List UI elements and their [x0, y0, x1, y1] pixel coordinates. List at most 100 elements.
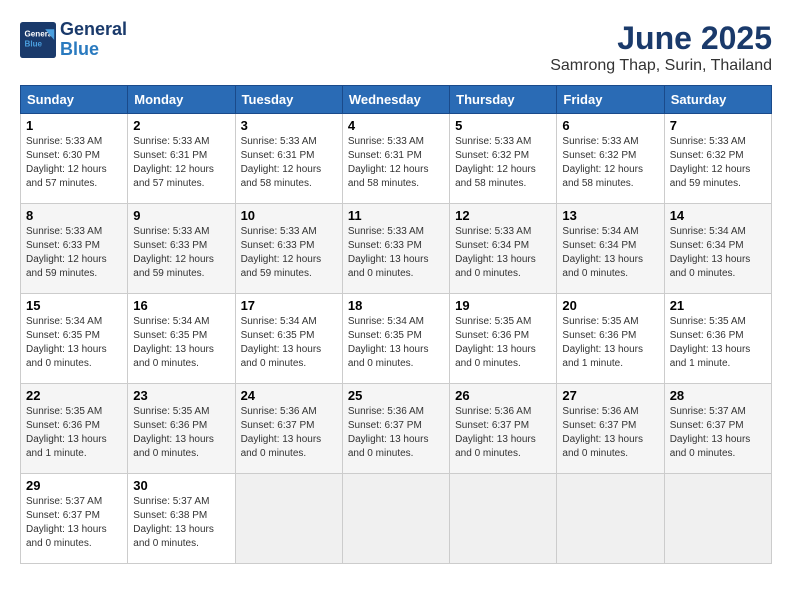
logo-icon: General Blue	[20, 22, 56, 58]
day-number: 10	[241, 208, 337, 223]
calendar-cell: 1 Sunrise: 5:33 AM Sunset: 6:30 PM Daylig…	[21, 114, 128, 204]
week-row-1: 1 Sunrise: 5:33 AM Sunset: 6:30 PM Daylig…	[21, 114, 772, 204]
week-row-4: 22 Sunrise: 5:35 AM Sunset: 6:36 PM Dayli…	[21, 384, 772, 474]
weekday-header-row: SundayMondayTuesdayWednesdayThursdayFrid…	[21, 86, 772, 114]
day-info: Sunrise: 5:33 AM Sunset: 6:31 PM Dayligh…	[241, 135, 337, 191]
month-title: June 2025	[550, 20, 772, 57]
day-info: Sunrise: 5:33 AM Sunset: 6:33 PM Dayligh…	[26, 225, 122, 281]
calendar-cell: 13Sunrise: 5:34 AM Sunset: 6:34 PM Dayli…	[557, 204, 664, 294]
calendar-cell: 19 Sunrise: 5:35 AM Sunset: 6:36 PM Dayli…	[450, 294, 557, 384]
page-header: General Blue General Blue June 2025 Samr…	[20, 20, 772, 75]
day-number: 1	[26, 118, 122, 133]
calendar-cell: 11Sunrise: 5:33 AM Sunset: 6:33 PM Dayli…	[342, 204, 449, 294]
day-number: 20	[562, 298, 658, 313]
weekday-header-thursday: Thursday	[450, 86, 557, 114]
day-info: Sunrise: 5:37 AM Sunset: 6:38 PM Dayligh…	[133, 495, 229, 551]
weekday-header-saturday: Saturday	[664, 86, 771, 114]
day-info: Sunrise: 5:33 AM Sunset: 6:31 PM Dayligh…	[348, 135, 444, 191]
calendar-cell: 10 Sunrise: 5:33 AM Sunset: 6:33 PM Dayli…	[235, 204, 342, 294]
day-number: 26	[455, 388, 551, 403]
day-info: Sunrise: 5:35 AM Sunset: 6:36 PM Dayligh…	[26, 405, 122, 461]
day-info: Sunrise: 5:36 AM Sunset: 6:37 PM Dayligh…	[241, 405, 337, 461]
day-number: 2	[133, 118, 229, 133]
weekday-header-wednesday: Wednesday	[342, 86, 449, 114]
day-info: Sunrise: 5:36 AM Sunset: 6:37 PM Dayligh…	[455, 405, 551, 461]
calendar-cell: 25Sunrise: 5:36 AM Sunset: 6:37 PM Dayli…	[342, 384, 449, 474]
calendar-cell: 29 Sunrise: 5:37 AM Sunset: 6:37 PM Dayli…	[21, 474, 128, 564]
logo-text-general: General	[60, 20, 127, 40]
calendar-cell: 20 Sunrise: 5:35 AM Sunset: 6:36 PM Dayli…	[557, 294, 664, 384]
calendar-cell: 4 Sunrise: 5:33 AM Sunset: 6:31 PM Daylig…	[342, 114, 449, 204]
calendar-cell: 15Sunrise: 5:34 AM Sunset: 6:35 PM Dayli…	[21, 294, 128, 384]
week-row-5: 29 Sunrise: 5:37 AM Sunset: 6:37 PM Dayli…	[21, 474, 772, 564]
calendar-cell: 23 Sunrise: 5:35 AM Sunset: 6:36 PM Dayli…	[128, 384, 235, 474]
day-info: Sunrise: 5:34 AM Sunset: 6:34 PM Dayligh…	[670, 225, 766, 281]
calendar-cell: 17 Sunrise: 5:34 AM Sunset: 6:35 PM Dayli…	[235, 294, 342, 384]
calendar-cell: 28 Sunrise: 5:37 AM Sunset: 6:37 PM Dayli…	[664, 384, 771, 474]
day-info: Sunrise: 5:34 AM Sunset: 6:35 PM Dayligh…	[348, 315, 444, 371]
day-info: Sunrise: 5:33 AM Sunset: 6:33 PM Dayligh…	[348, 225, 444, 281]
svg-text:Blue: Blue	[25, 39, 43, 48]
weekday-header-monday: Monday	[128, 86, 235, 114]
week-row-3: 15Sunrise: 5:34 AM Sunset: 6:35 PM Dayli…	[21, 294, 772, 384]
calendar-cell: 18Sunrise: 5:34 AM Sunset: 6:35 PM Dayli…	[342, 294, 449, 384]
day-info: Sunrise: 5:33 AM Sunset: 6:33 PM Dayligh…	[133, 225, 229, 281]
day-info: Sunrise: 5:35 AM Sunset: 6:36 PM Dayligh…	[455, 315, 551, 371]
day-number: 29	[26, 478, 122, 493]
logo: General Blue General Blue	[20, 20, 127, 60]
day-info: Sunrise: 5:34 AM Sunset: 6:35 PM Dayligh…	[26, 315, 122, 371]
calendar-cell	[342, 474, 449, 564]
day-info: Sunrise: 5:36 AM Sunset: 6:37 PM Dayligh…	[348, 405, 444, 461]
day-number: 9	[133, 208, 229, 223]
title-block: June 2025 Samrong Thap, Surin, Thailand	[550, 20, 772, 75]
day-number: 30	[133, 478, 229, 493]
day-number: 14	[670, 208, 766, 223]
weekday-header-friday: Friday	[557, 86, 664, 114]
week-row-2: 8 Sunrise: 5:33 AM Sunset: 6:33 PM Daylig…	[21, 204, 772, 294]
calendar-cell: 7Sunrise: 5:33 AM Sunset: 6:32 PM Daylig…	[664, 114, 771, 204]
day-number: 17	[241, 298, 337, 313]
day-number: 16	[133, 298, 229, 313]
calendar-cell: 21 Sunrise: 5:35 AM Sunset: 6:36 PM Dayli…	[664, 294, 771, 384]
day-info: Sunrise: 5:37 AM Sunset: 6:37 PM Dayligh…	[670, 405, 766, 461]
day-info: Sunrise: 5:35 AM Sunset: 6:36 PM Dayligh…	[670, 315, 766, 371]
day-number: 24	[241, 388, 337, 403]
calendar-cell: 27Sunrise: 5:36 AM Sunset: 6:37 PM Dayli…	[557, 384, 664, 474]
day-info: Sunrise: 5:33 AM Sunset: 6:32 PM Dayligh…	[562, 135, 658, 191]
day-info: Sunrise: 5:37 AM Sunset: 6:37 PM Dayligh…	[26, 495, 122, 551]
logo-text-blue: Blue	[60, 40, 127, 60]
day-info: Sunrise: 5:34 AM Sunset: 6:35 PM Dayligh…	[133, 315, 229, 371]
calendar-cell: 24 Sunrise: 5:36 AM Sunset: 6:37 PM Dayli…	[235, 384, 342, 474]
day-number: 19	[455, 298, 551, 313]
day-number: 8	[26, 208, 122, 223]
day-info: Sunrise: 5:33 AM Sunset: 6:30 PM Dayligh…	[26, 135, 122, 191]
weekday-header-tuesday: Tuesday	[235, 86, 342, 114]
day-number: 7	[670, 118, 766, 133]
calendar-cell	[235, 474, 342, 564]
day-info: Sunrise: 5:34 AM Sunset: 6:35 PM Dayligh…	[241, 315, 337, 371]
day-number: 4	[348, 118, 444, 133]
weekday-header-sunday: Sunday	[21, 86, 128, 114]
day-number: 3	[241, 118, 337, 133]
calendar-cell: 30 Sunrise: 5:37 AM Sunset: 6:38 PM Dayli…	[128, 474, 235, 564]
calendar-cell: 6 Sunrise: 5:33 AM Sunset: 6:32 PM Daylig…	[557, 114, 664, 204]
day-number: 23	[133, 388, 229, 403]
day-info: Sunrise: 5:33 AM Sunset: 6:31 PM Dayligh…	[133, 135, 229, 191]
day-info: Sunrise: 5:35 AM Sunset: 6:36 PM Dayligh…	[133, 405, 229, 461]
calendar-cell: 9 Sunrise: 5:33 AM Sunset: 6:33 PM Daylig…	[128, 204, 235, 294]
calendar-cell: 2 Sunrise: 5:33 AM Sunset: 6:31 PM Daylig…	[128, 114, 235, 204]
day-info: Sunrise: 5:33 AM Sunset: 6:33 PM Dayligh…	[241, 225, 337, 281]
calendar-cell	[557, 474, 664, 564]
day-number: 12	[455, 208, 551, 223]
day-info: Sunrise: 5:34 AM Sunset: 6:34 PM Dayligh…	[562, 225, 658, 281]
calendar-table: SundayMondayTuesdayWednesdayThursdayFrid…	[20, 85, 772, 564]
calendar-cell: 14 Sunrise: 5:34 AM Sunset: 6:34 PM Dayli…	[664, 204, 771, 294]
calendar-cell	[450, 474, 557, 564]
day-info: Sunrise: 5:36 AM Sunset: 6:37 PM Dayligh…	[562, 405, 658, 461]
day-number: 22	[26, 388, 122, 403]
day-info: Sunrise: 5:35 AM Sunset: 6:36 PM Dayligh…	[562, 315, 658, 371]
calendar-cell: 16 Sunrise: 5:34 AM Sunset: 6:35 PM Dayli…	[128, 294, 235, 384]
day-number: 6	[562, 118, 658, 133]
day-number: 21	[670, 298, 766, 313]
day-number: 28	[670, 388, 766, 403]
